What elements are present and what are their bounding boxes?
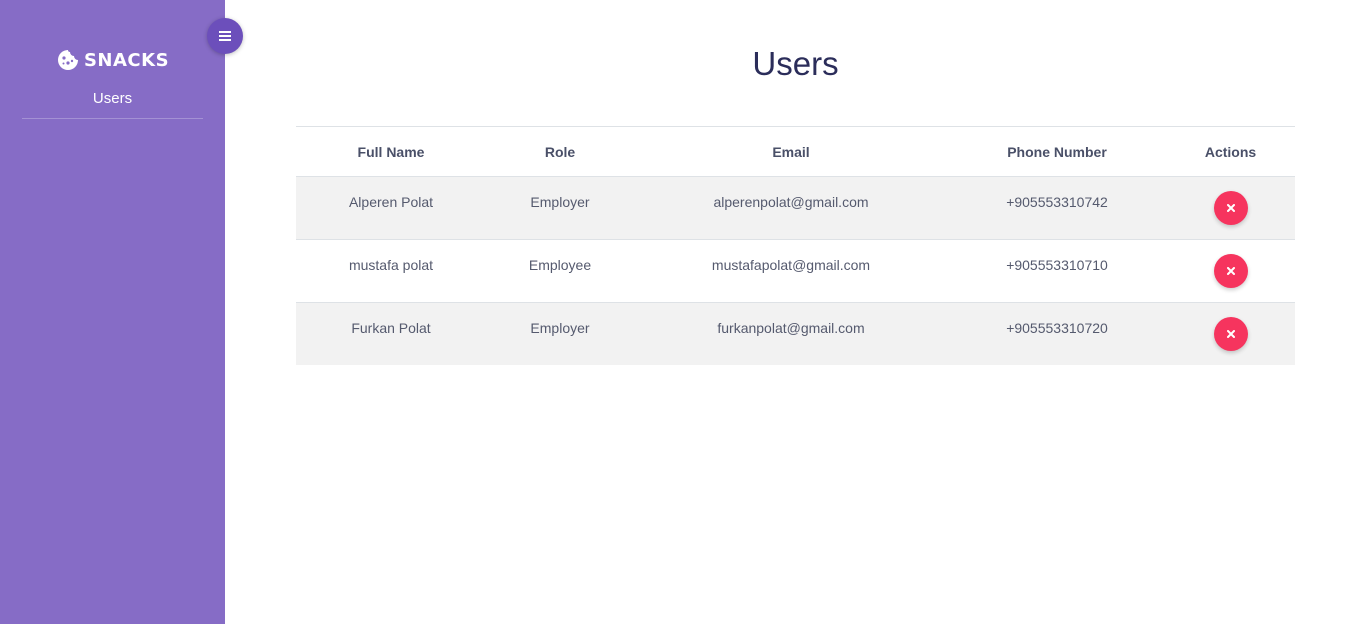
users-table: Full Name Role Email Phone Number Action…: [296, 126, 1295, 365]
cell-phone: +905553310720: [1006, 320, 1108, 336]
cell-actions: [1166, 177, 1295, 240]
cell-role: Employer: [530, 194, 590, 210]
brand-name: SNACKS: [83, 49, 170, 71]
cell-email: alperenpolat@gmail.com: [713, 194, 869, 210]
page-title: Users: [752, 45, 839, 82]
cell-email: mustafapolat@gmail.com: [711, 257, 871, 273]
hamburger-menu-icon: [219, 31, 231, 41]
cell-role: Employer: [530, 320, 590, 336]
cell-phone: +905553310742: [1006, 194, 1108, 210]
delete-user-button[interactable]: [1213, 317, 1248, 351]
sidebar: SNACKS Users: [0, 0, 225, 624]
close-icon: [1226, 267, 1235, 275]
close-icon: [1226, 330, 1235, 338]
sidebar-divider: [22, 118, 203, 119]
cell-email: furkanpolat@gmail.com: [717, 320, 865, 336]
column-header-role: Role: [544, 143, 576, 160]
column-header-full-name: Full Name: [357, 143, 425, 160]
cell-full-name: Alperen Polat: [348, 194, 434, 210]
column-header-email: Email: [772, 143, 810, 160]
table-row: Furkan Polat Employer furkanpolat@gmail.…: [296, 302, 1295, 365]
cell-actions: [1166, 240, 1295, 303]
cell-full-name: mustafa polat: [348, 257, 434, 273]
close-icon: [1226, 204, 1235, 212]
cookie-icon: [57, 50, 78, 70]
brand[interactable]: SNACKS: [0, 48, 225, 72]
table-header-row: Full Name Role Email Phone Number Action…: [296, 126, 1295, 177]
delete-user-button[interactable]: [1213, 254, 1248, 288]
table-row: Alperen Polat Employer alperenpolat@gmai…: [296, 176, 1295, 240]
cell-actions: [1166, 303, 1295, 365]
delete-user-button[interactable]: [1213, 191, 1248, 225]
cell-phone: +905553310710: [1006, 257, 1108, 273]
sidebar-item-users[interactable]: Users: [0, 89, 225, 109]
table-row: mustafa polat Employee mustafapolat@gmai…: [296, 240, 1295, 303]
cell-full-name: Furkan Polat: [351, 320, 431, 336]
column-header-phone-number: Phone Number: [1007, 143, 1107, 160]
column-header-actions: Actions: [1204, 143, 1257, 160]
cell-role: Employee: [528, 257, 592, 273]
